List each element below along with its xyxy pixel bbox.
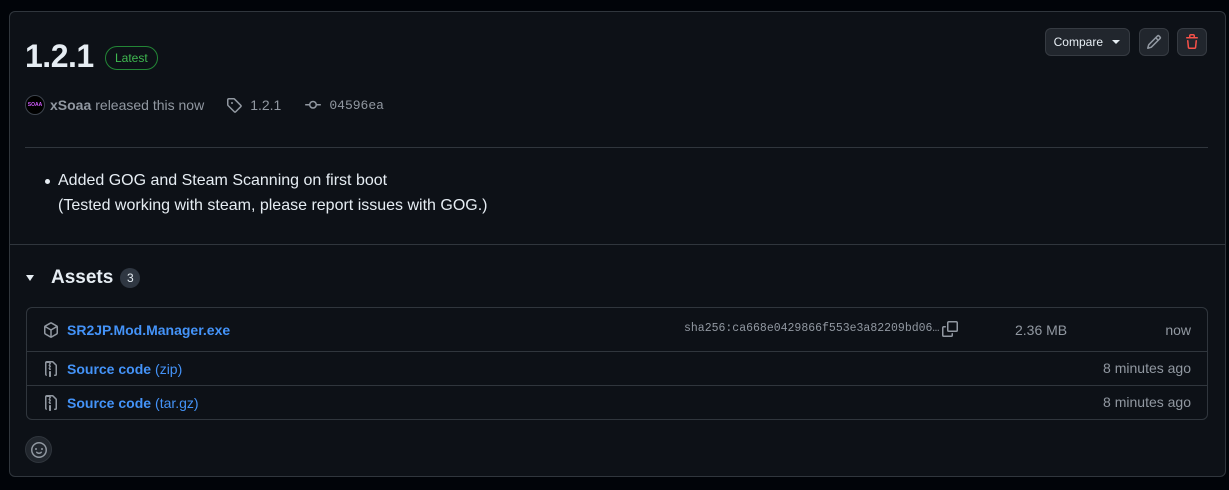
asset-time: 8 minutes ago — [1103, 394, 1191, 410]
latest-badge: Latest — [105, 46, 158, 70]
smiley-icon — [30, 441, 47, 458]
release-card: 1.2.1 Latest Compare SOAA xSoaa released… — [9, 11, 1226, 477]
assets-toggle[interactable]: Assets 3 — [25, 266, 141, 290]
add-reaction-button[interactable] — [25, 436, 52, 463]
tag-label: 1.2.1 — [250, 97, 282, 113]
asset-link[interactable]: SR2JP.Mod.Manager.exe — [67, 322, 230, 338]
release-notes: Added GOG and Steam Scanning on first bo… — [44, 168, 488, 218]
asset-row: SR2JP.Mod.Manager.exe sha256:ca668e04298… — [27, 308, 1207, 352]
note-line: Added GOG and Steam Scanning on first bo… — [58, 172, 388, 189]
package-icon — [43, 321, 59, 338]
triangle-down-icon — [26, 275, 34, 281]
note-line: (Tested working with steam, please repor… — [58, 197, 488, 214]
commit-link[interactable]: 04596ea — [305, 97, 384, 113]
tag-link[interactable]: 1.2.1 — [226, 97, 281, 113]
note-item: Added GOG and Steam Scanning on first bo… — [44, 168, 488, 218]
assets-count-badge: 3 — [120, 268, 141, 288]
released-text: released this now — [95, 97, 205, 113]
avatar[interactable]: SOAA — [25, 95, 45, 115]
author-link[interactable]: xSoaa — [50, 97, 91, 113]
asset-row: Source code (tar.gz) 8 minutes ago — [27, 386, 1207, 420]
release-meta: SOAA xSoaa released this now 1.2.1 04596… — [25, 95, 384, 115]
asset-row: Source code (zip) 8 minutes ago — [27, 352, 1207, 386]
release-actions: Compare — [1044, 28, 1207, 56]
asset-time: now — [1165, 322, 1191, 338]
git-commit-icon — [305, 100, 322, 109]
trash-icon — [1186, 34, 1198, 49]
copy-icon[interactable] — [942, 321, 958, 342]
file-zip-icon — [43, 360, 59, 377]
asset-link[interactable]: Source code — [67, 395, 151, 411]
assets-title: Assets — [51, 267, 114, 288]
delete-button[interactable] — [1177, 28, 1207, 56]
asset-time: 8 minutes ago — [1103, 360, 1191, 376]
asset-sha: sha256:ca668e0429866f553e3a82209bd06… — [684, 322, 940, 335]
assets-list: SR2JP.Mod.Manager.exe sha256:ca668e04298… — [26, 307, 1208, 420]
edit-button[interactable] — [1139, 28, 1169, 56]
compare-button[interactable]: Compare — [1044, 28, 1130, 56]
release-title[interactable]: 1.2.1 — [25, 36, 94, 76]
commit-hash: 04596ea — [329, 97, 384, 113]
asset-size: 2.36 MB — [1015, 322, 1068, 338]
divider — [25, 147, 1208, 148]
asset-link[interactable]: Source code — [67, 361, 151, 377]
compare-label: Compare — [1053, 35, 1103, 49]
divider — [10, 244, 1225, 245]
file-zip-icon — [43, 395, 59, 411]
chevron-down-icon — [1112, 40, 1120, 44]
pencil-icon — [1146, 34, 1162, 50]
asset-format[interactable]: (tar.gz) — [155, 395, 199, 411]
asset-format[interactable]: (zip) — [155, 361, 182, 377]
tag-icon — [227, 98, 242, 113]
